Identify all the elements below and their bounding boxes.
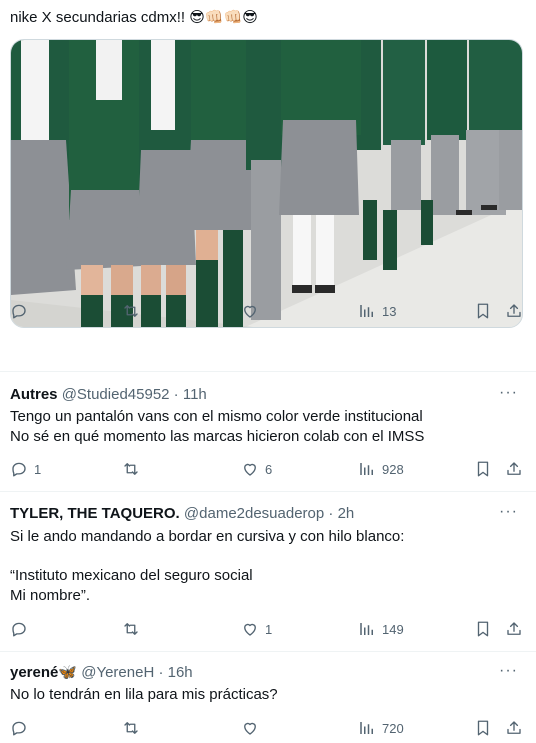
post-time[interactable]: 11h — [183, 386, 207, 403]
retweet-icon — [124, 623, 138, 635]
share-button[interactable] — [505, 618, 523, 640]
reply-icon — [12, 304, 26, 319]
share-icon — [507, 462, 521, 475]
bookmark-button[interactable] — [474, 300, 492, 322]
retweet-button[interactable] — [122, 458, 146, 480]
views-icon — [360, 463, 373, 475]
views-count: 928 — [382, 461, 404, 477]
reply-header: yerené🦋 @YereneH · 16h — [10, 663, 193, 683]
tweet-action-bar: 13 — [0, 300, 536, 322]
reply-button[interactable] — [10, 300, 34, 322]
reply-button[interactable] — [10, 717, 34, 739]
views-count: 149 — [382, 621, 404, 637]
views-button[interactable]: 149 — [358, 618, 404, 640]
post-time[interactable]: 2h — [338, 505, 355, 522]
more-options-icon[interactable]: ··· — [499, 504, 518, 520]
reply-text-line: Mi nombre”. — [10, 587, 91, 604]
more-options-icon[interactable]: ··· — [499, 385, 518, 401]
bookmark-icon — [477, 621, 489, 637]
views-icon — [360, 623, 373, 635]
reply-action-bar: 720 — [0, 717, 536, 739]
uniform-photo-illustration — [11, 40, 522, 327]
views-icon — [360, 305, 373, 317]
reply-button[interactable] — [10, 618, 34, 640]
reply-action-bar: 1 149 — [0, 618, 536, 640]
views-button[interactable]: 13 — [358, 300, 396, 322]
share-button[interactable] — [505, 458, 523, 480]
bookmark-icon — [477, 461, 489, 477]
heart-icon — [244, 623, 256, 636]
bookmark-button[interactable] — [474, 618, 492, 640]
author-handle[interactable]: @YereneH — [81, 664, 154, 681]
separator-dot: · — [158, 664, 164, 681]
retweet-icon — [124, 722, 138, 734]
divider — [0, 491, 536, 492]
bookmark-icon — [477, 303, 489, 319]
retweet-button[interactable] — [122, 717, 146, 739]
reply-icon — [12, 721, 26, 736]
views-icon — [360, 722, 373, 734]
tweet-media-photo[interactable] — [10, 39, 523, 328]
reply-header: TYLER, THE TAQUERO. @dame2desuaderop · 2… — [10, 504, 354, 524]
reply-button[interactable]: 1 — [10, 458, 41, 480]
like-button[interactable]: 6 — [241, 458, 272, 480]
reply-header: Autres @Studied45952 · 11h — [10, 385, 207, 405]
views-button[interactable]: 928 — [358, 458, 404, 480]
reply-text-line: “Instituto mexicano del seguro social — [10, 567, 253, 584]
retweet-icon — [124, 463, 138, 475]
like-count: 1 — [265, 621, 273, 637]
reply-icon — [12, 622, 26, 637]
retweet-button[interactable] — [122, 300, 146, 322]
author-handle[interactable]: @Studied45952 — [62, 386, 170, 403]
share-icon — [507, 721, 521, 734]
reply-post[interactable]: yerené🦋 @YereneH · 16h ··· No lo tendrán… — [0, 663, 536, 723]
reply-count: 1 — [34, 461, 42, 477]
tweet-text: nike X secundarias cdmx!! 😎👊🏻👊🏻😎 — [10, 9, 258, 26]
share-button[interactable] — [505, 717, 523, 739]
reply-text-line: No lo tendrán en lila para mis prácticas… — [10, 686, 278, 703]
post-time[interactable]: 16h — [168, 664, 193, 681]
retweet-icon — [124, 305, 138, 317]
reply-action-bar: 1 6 928 — [0, 458, 536, 480]
author-name[interactable]: yerené🦋 — [10, 664, 77, 681]
like-button[interactable] — [241, 717, 265, 739]
share-button[interactable] — [505, 300, 523, 322]
retweet-button[interactable] — [122, 618, 146, 640]
like-button[interactable]: 1 — [241, 618, 272, 640]
divider — [0, 371, 536, 372]
author-handle[interactable]: @dame2desuaderop — [184, 505, 324, 522]
bookmark-button[interactable] — [474, 458, 492, 480]
views-count: 720 — [382, 720, 404, 736]
bookmark-button[interactable] — [474, 717, 492, 739]
separator-dot: · — [328, 505, 334, 522]
heart-icon — [244, 722, 256, 735]
bookmark-icon — [477, 720, 489, 736]
divider — [0, 651, 536, 652]
reply-icon — [12, 462, 26, 477]
views-count: 13 — [382, 303, 397, 319]
reply-text-line: Tengo un pantalón vans con el mismo colo… — [10, 408, 423, 425]
heart-icon — [244, 463, 256, 476]
heart-icon — [244, 305, 256, 318]
like-button[interactable] — [241, 300, 265, 322]
author-name[interactable]: TYLER, THE TAQUERO. — [10, 505, 180, 522]
more-options-icon[interactable]: ··· — [499, 663, 518, 679]
share-icon — [507, 304, 521, 317]
reply-text-line: No sé en qué momento las marcas hicieron… — [10, 428, 425, 445]
views-button[interactable]: 720 — [358, 717, 404, 739]
like-count: 6 — [265, 461, 273, 477]
separator-dot: · — [173, 386, 179, 403]
reply-text-line: Si le ando mandando a bordar en cursiva … — [10, 528, 405, 545]
share-icon — [507, 622, 521, 635]
author-name[interactable]: Autres — [10, 386, 58, 403]
